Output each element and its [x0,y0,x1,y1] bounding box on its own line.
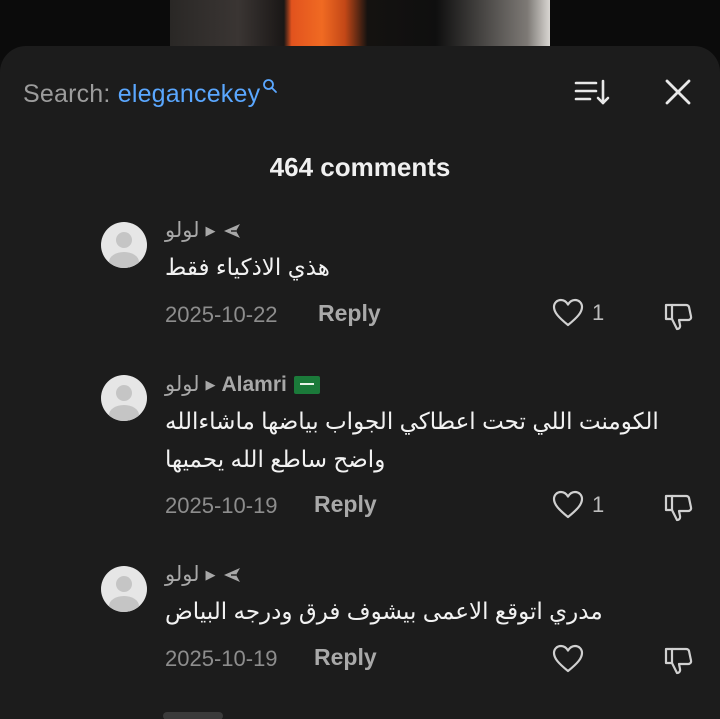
comment-text-line: الكومنت اللي تحت اعطاكي الجواب بياضها ما… [165,408,659,434]
avatar[interactable] [101,375,147,421]
sort-icon [574,79,610,105]
reply-arrow-icon: ▶ [205,222,216,238]
thumbs-down-icon[interactable] [662,644,694,676]
heart-icon [552,298,584,327]
reply-to-user[interactable]: Alamri [222,373,287,397]
comment-text: الكومنت اللي تحت اعطاكي الجواب بياضها ما… [165,402,695,478]
comment-author[interactable]: لولو [165,372,200,397]
like-count: 1 [592,492,605,517]
comment-text: مدري اتوقع الاعمى بيشوف فرق ودرجه البياض [165,592,695,630]
avatar[interactable] [101,566,147,612]
comment-date: 2025-10-19 [165,646,278,671]
comment-date: 2025-10-22 [165,302,278,327]
search-icon [263,79,278,93]
comment-author[interactable]: لولو [165,218,200,243]
search-term-link[interactable]: elegancekey [118,80,261,108]
reply-button[interactable]: Reply [314,644,377,671]
comments-sheet: Search: elegancekey 464 comments لولو ▶ … [0,46,720,719]
comment-meta: لولو ▶ [165,562,242,587]
saudi-flag-icon [293,375,320,394]
avatar[interactable] [101,222,147,268]
comment-author[interactable]: لولو [165,562,200,587]
comments-count: 464 comments [269,152,451,182]
reply-arrow-icon: ▶ [205,566,216,582]
reply-arrow-icon: ▶ [205,376,216,392]
comment-date: 2025-10-19 [165,493,278,518]
paper-plane-icon [223,567,240,582]
search-query[interactable]: Search: elegancekey [23,79,278,109]
comments-header: Search: elegancekey [0,46,720,140]
thumbs-down-icon[interactable] [662,300,694,332]
comment-text: هذي الاذكياء فقط [165,248,695,286]
next-comment-peek [163,712,223,719]
comment-text-line: مدري اتوقع الاعمى بيشوف فرق ودرجه البياض [165,598,603,624]
like-button[interactable]: 1 [552,490,604,520]
reply-button[interactable]: Reply [314,491,377,518]
heart-icon [552,644,584,673]
like-count: 1 [592,300,605,325]
close-icon [665,79,691,105]
comment-text-line: هذي الاذكياء فقط [165,254,330,280]
comment-meta: لولو ▶ [165,218,242,243]
heart-icon [552,490,584,519]
sort-button[interactable] [572,76,612,110]
comment-meta: لولو ▶ Alamri [165,372,320,397]
search-prefix-label: Search: [23,80,111,108]
close-button[interactable] [660,76,696,110]
like-button[interactable] [552,644,592,674]
paper-plane-icon [223,223,240,238]
comment-text-line: واضح ساطع الله يحميها [165,446,386,472]
reply-button[interactable]: Reply [318,300,381,327]
like-button[interactable]: 1 [552,298,604,328]
thumbs-down-icon[interactable] [662,491,694,523]
